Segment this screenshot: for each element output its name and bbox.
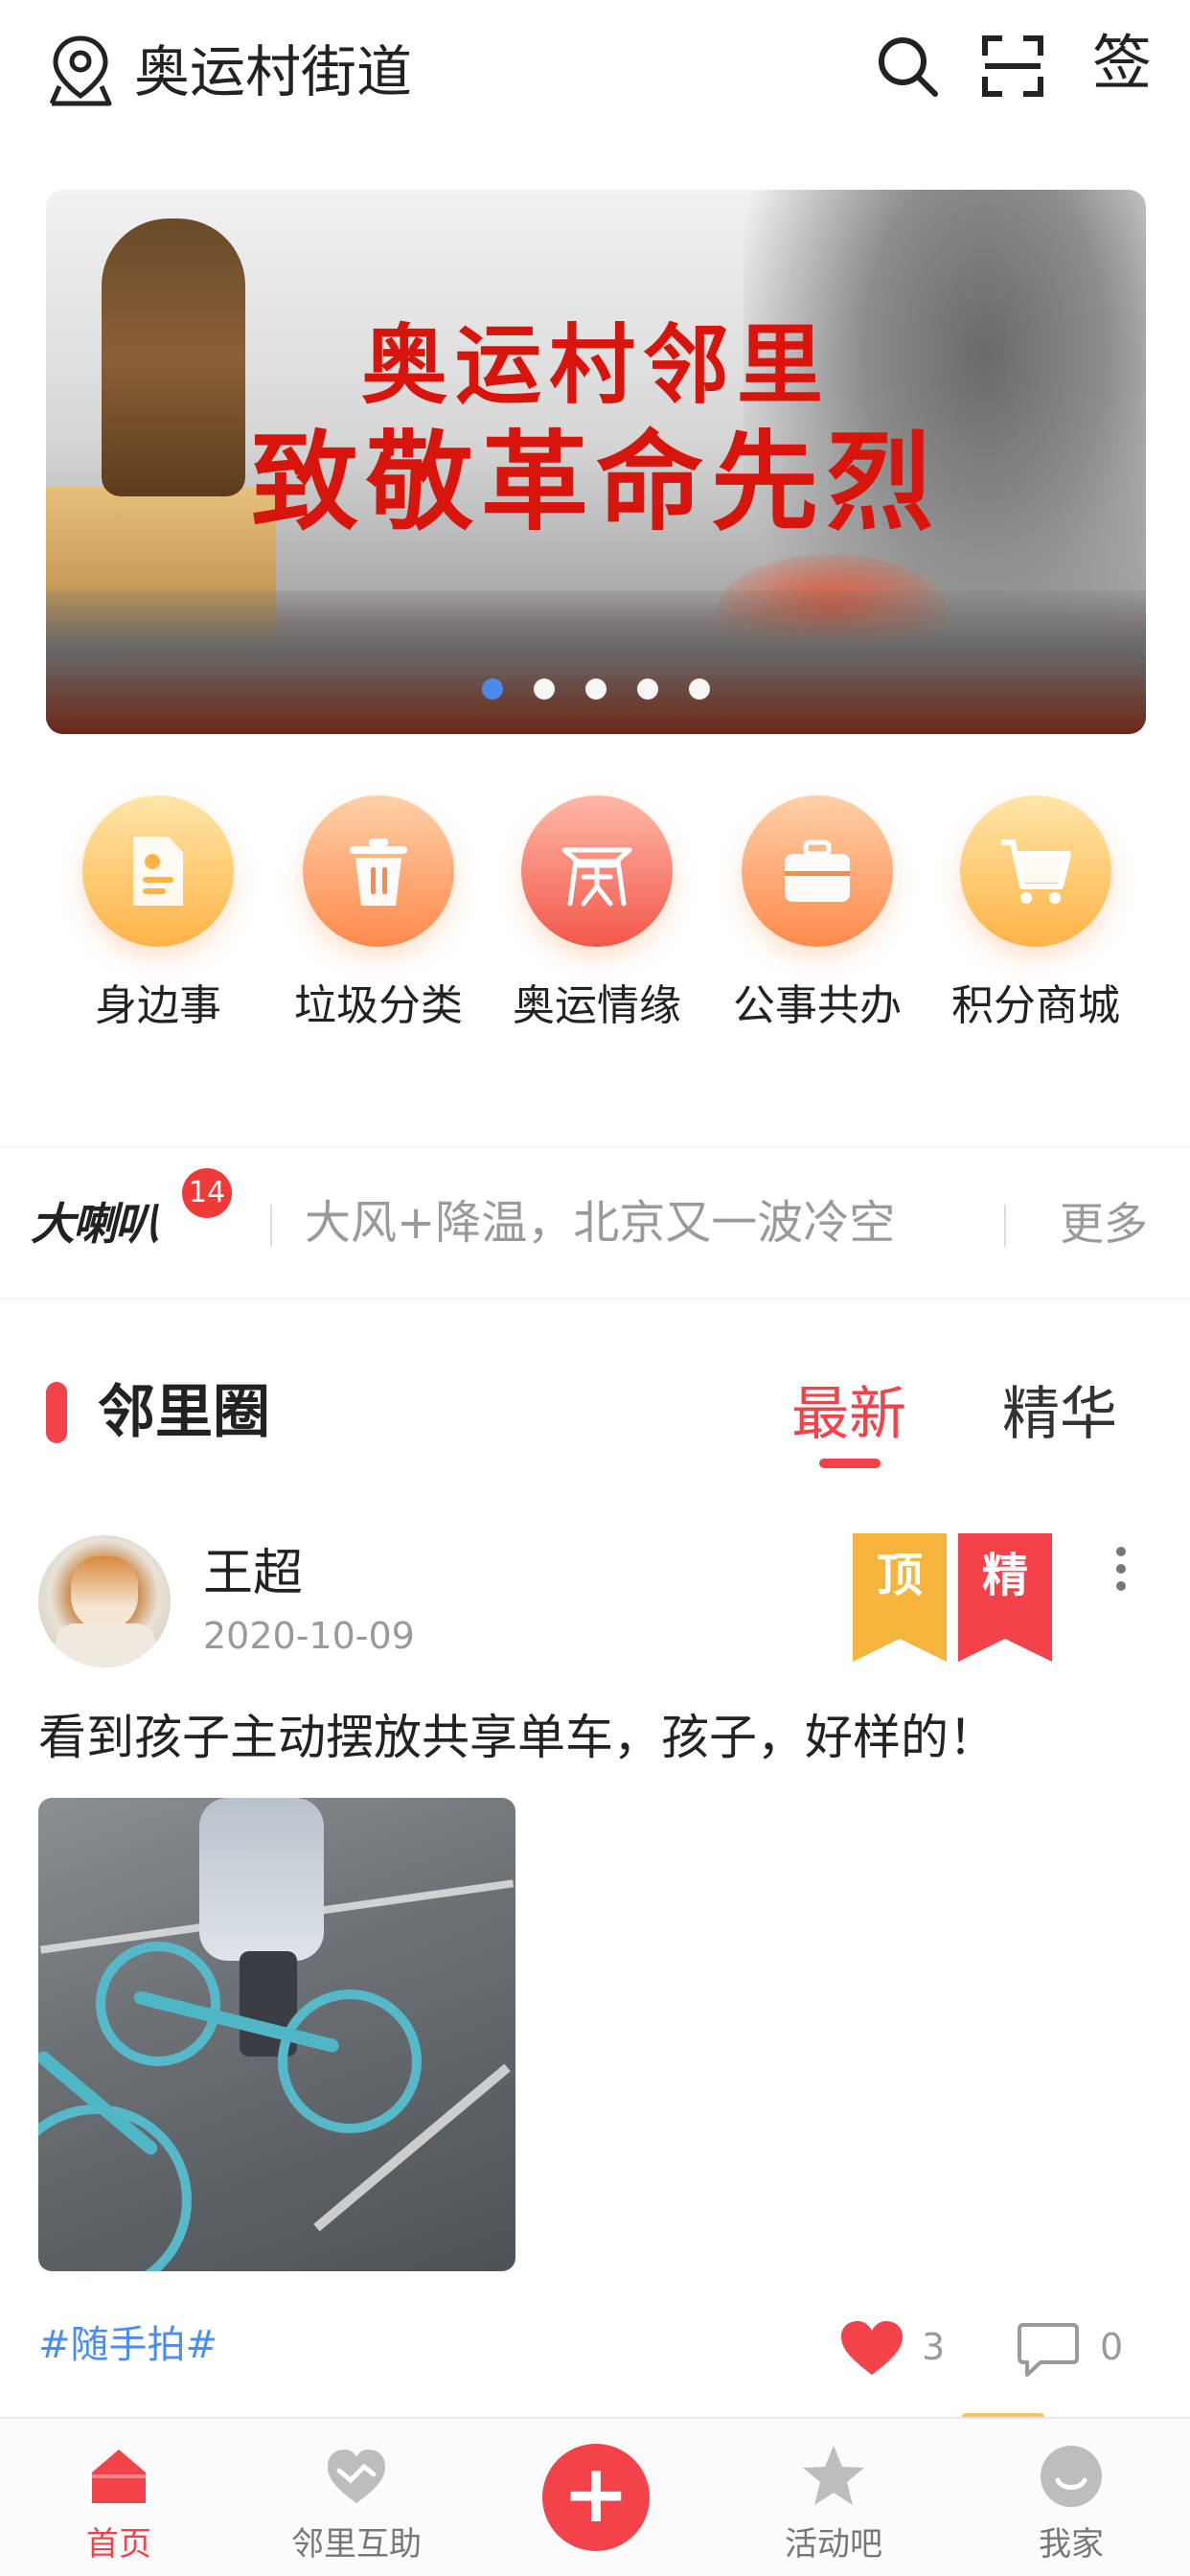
shortcut-circle	[742, 795, 893, 947]
shortcut-grid: 身边事 垃圾分类 奥运情缘 公事共办 积分商城	[0, 795, 1190, 1045]
smile-icon	[1041, 2446, 1102, 2507]
neighborhood-section-header: 邻里圈 最新 精华	[0, 1361, 1190, 1485]
featured-badge: 精	[958, 1533, 1052, 1662]
scan-icon[interactable]	[979, 33, 1046, 100]
carousel-dot[interactable]	[689, 678, 710, 700]
handshake-heart-icon	[328, 2450, 385, 2503]
star-icon	[803, 2446, 864, 2505]
nav-my-home[interactable]: 我家	[952, 2419, 1190, 2576]
carousel-dot[interactable]	[585, 678, 606, 700]
plus-icon: +	[561, 2447, 630, 2541]
nav-mutual-help[interactable]: 邻里互助	[238, 2419, 475, 2576]
comment-icon[interactable]	[1016, 2321, 1081, 2379]
shortcut-nearby[interactable]: 身边事	[48, 795, 268, 1045]
shortcut-label: 积分商城	[951, 981, 1120, 1030]
bike-wheel	[278, 1990, 422, 2133]
home-icon	[90, 2450, 148, 2503]
post-date: 2020-10-09	[203, 1615, 415, 1657]
bottom-nav: 首页 邻里互助 + 活动吧 我家	[0, 2417, 1190, 2576]
nav-label: 首页	[86, 2525, 151, 2564]
notification-badge: 14	[182, 1168, 232, 1218]
featured-badge-label: 精	[981, 1549, 1028, 1602]
shortcut-affairs[interactable]: 公事共办	[707, 795, 927, 1045]
shopping-cart-icon	[1001, 840, 1071, 904]
nav-label: 我家	[1039, 2525, 1104, 2564]
post-add-button[interactable]: +	[542, 2444, 650, 2551]
post-username[interactable]: 王超	[203, 1541, 303, 1606]
heart-icon[interactable]	[839, 2319, 904, 2377]
comment-count: 0	[1100, 2326, 1124, 2368]
shortcut-label: 垃圾分类	[294, 981, 463, 1030]
section-title: 邻里圈	[98, 1379, 270, 1446]
post-image[interactable]	[38, 1798, 515, 2271]
top-header: 奥运村街道 签	[0, 0, 1190, 144]
shortcut-label: 身边事	[95, 981, 221, 1030]
more-link[interactable]: 更多	[1060, 1197, 1148, 1251]
carousel-dot[interactable]	[534, 678, 555, 700]
document-icon	[133, 837, 183, 906]
avatar[interactable]	[38, 1535, 171, 1668]
tab-latest[interactable]: 最新	[791, 1376, 906, 1453]
location-label[interactable]: 奥运村街道	[134, 36, 412, 107]
carousel-indicator	[46, 678, 1146, 700]
photo-child	[199, 1798, 324, 1961]
section-accent-bar	[46, 1382, 67, 1443]
divider	[270, 1205, 272, 1247]
shortcut-circle	[82, 795, 234, 947]
location-pin-icon[interactable]	[42, 33, 119, 109]
olympic-tower-icon	[561, 847, 632, 907]
post-content: 看到孩子主动摆放共享单车，孩子，好样的！	[38, 1710, 996, 1765]
avatar-dog-face	[71, 1556, 138, 1629]
shortcut-circle	[303, 795, 454, 947]
trash-icon	[350, 839, 407, 906]
nav-label: 活动吧	[785, 2525, 882, 2564]
shortcut-label: 奥运情缘	[513, 981, 681, 1030]
shortcut-circle	[960, 795, 1111, 947]
tab-featured[interactable]: 精华	[1002, 1376, 1117, 1453]
shortcut-olympic[interactable]: 奥运情缘	[487, 795, 707, 1045]
shortcut-garbage[interactable]: 垃圾分类	[268, 795, 489, 1045]
like-count: 3	[922, 2326, 946, 2368]
nav-label: 邻里互助	[291, 2525, 422, 2564]
shortcut-points-mall[interactable]: 积分商城	[926, 795, 1146, 1045]
banner-ground	[46, 590, 1146, 734]
search-icon[interactable]	[874, 33, 941, 100]
active-tab-indicator	[819, 1459, 881, 1468]
pinned-badge: 顶	[853, 1533, 947, 1662]
banner-carousel[interactable]: 奥运村邻里 致敬革命先烈	[46, 190, 1146, 734]
nav-home[interactable]: 首页	[0, 2419, 238, 2576]
carousel-dot[interactable]	[482, 678, 503, 700]
post-tag[interactable]: #随手拍#	[38, 2319, 217, 2371]
briefcase-icon	[785, 840, 850, 902]
carousel-dot[interactable]	[637, 678, 658, 700]
shortcut-circle	[521, 795, 673, 947]
sign-in-button[interactable]: 签	[1092, 25, 1152, 102]
divider	[1004, 1205, 1006, 1247]
bike-wheel	[38, 2104, 192, 2271]
announcement-text[interactable]: 大风+降温，北京又一波冷空	[305, 1193, 895, 1253]
announcement-bar[interactable]: 大喇叭 14 大风+降温，北京又一波冷空 更多	[0, 1146, 1190, 1300]
pinned-badge-label: 顶	[876, 1549, 923, 1602]
loudspeaker-logo: 大喇叭	[31, 1198, 159, 1250]
shortcut-label: 公事共办	[733, 981, 902, 1030]
avatar-scarf	[56, 1623, 155, 1668]
banner-title-line2: 致敬革命先烈	[251, 420, 941, 545]
nav-activities[interactable]: 活动吧	[715, 2419, 952, 2576]
more-options-icon[interactable]	[1110, 1547, 1133, 1623]
